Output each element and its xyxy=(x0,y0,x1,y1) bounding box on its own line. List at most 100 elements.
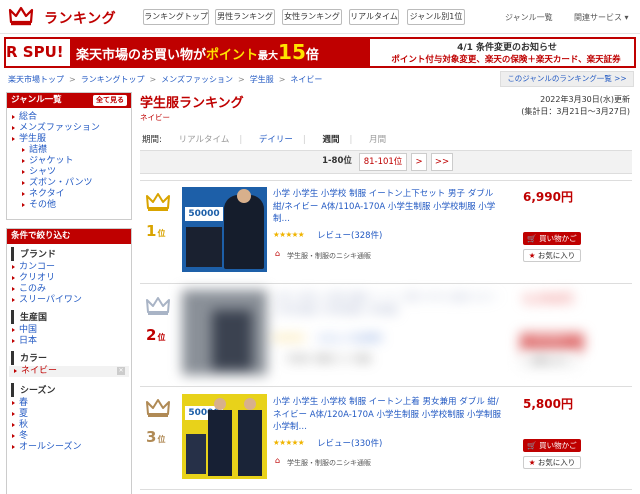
rank-number: 1位 xyxy=(146,222,166,240)
add-to-cart-button[interactable]: 🛒 買い物かご xyxy=(523,439,581,452)
product-title-link[interactable]: 小学 小学生 小学校 制服 イートン上着 男女兼用 ダブル 紺/ネイビー A体/… xyxy=(273,396,501,434)
brand-filter-item[interactable]: クリオリ xyxy=(7,273,131,284)
ranking-logo-text[interactable]: ランキング xyxy=(44,8,116,28)
rating-stars: ★★★★★ xyxy=(273,230,305,239)
color-section-title: カラー xyxy=(11,351,131,365)
rank-number: 3位 xyxy=(146,428,166,446)
shop-icon: ⌂ xyxy=(275,249,281,258)
breadcrumb: 楽天市場トップ > ランキングトップ > メンズファッション > 学生服 > ネイビー xyxy=(8,75,323,84)
tab-ranking-top[interactable]: ランキングトップ xyxy=(143,9,209,25)
spu-logo: R SPU! xyxy=(6,43,64,61)
genre-item[interactable]: 詰襟 xyxy=(7,145,131,156)
brand-filter-item[interactable]: スリーパイワン xyxy=(7,295,131,306)
updated-date: 2022年3月30日(水)更新 xyxy=(540,95,630,104)
rank-crown-icon xyxy=(146,297,170,315)
genre-list-link[interactable]: ジャンル一覧 xyxy=(505,12,553,23)
brand-filter-item[interactable]: カンコー xyxy=(7,262,131,273)
shop-link[interactable]: 学生服・制服のニシキ通販 xyxy=(287,251,371,261)
pager-last-button[interactable]: >> xyxy=(431,153,453,171)
aggregation-period: (集計日：3月21日～3月27日) xyxy=(521,107,630,116)
season-filter-item[interactable]: 春 xyxy=(7,398,131,409)
ranking-crown-logo-icon[interactable] xyxy=(8,6,34,26)
period-selector: 期間: リアルタイム | デイリー | 週間 | 月間 xyxy=(142,135,387,145)
banner-notice-title: 4/1 条件変更のお知らせ xyxy=(457,43,557,53)
review-link[interactable]: レビュー(120件) xyxy=(317,332,382,344)
genre-list-heading: ジャンル一覧 全て見る xyxy=(7,93,131,108)
origin-filter-item[interactable]: 日本 xyxy=(7,336,131,347)
period-monthly[interactable]: 月間 xyxy=(369,135,386,145)
remove-filter-icon[interactable]: ✕ xyxy=(117,367,125,375)
product-image[interactable]: 50000 xyxy=(182,187,267,272)
tab-male-ranking[interactable]: 男性ランキング xyxy=(215,9,275,25)
review-link[interactable]: レビュー(328件) xyxy=(317,229,382,241)
genre-item[interactable]: ジャケット xyxy=(7,156,131,167)
banner-notice-text: ポイント付与対象変更、楽天の保険＋楽天カード、楽天証券 xyxy=(391,55,621,65)
genre-item[interactable]: ズボン・パンツ xyxy=(7,178,131,189)
related-services-link[interactable]: 関連サービス ▾ xyxy=(574,12,629,23)
rank-number: 2位 xyxy=(146,326,166,344)
breadcrumb-item[interactable]: 学生服 xyxy=(250,75,274,84)
item-divider xyxy=(140,283,632,284)
shop-link[interactable]: 学生服・制服のニシキ通販 xyxy=(287,354,371,364)
period-realtime[interactable]: リアルタイム xyxy=(179,135,230,145)
genre-item[interactable]: 学生服 xyxy=(7,134,131,145)
product-image[interactable] xyxy=(182,290,267,375)
rank-crown-icon xyxy=(146,193,170,211)
genre-item[interactable]: シャツ xyxy=(7,167,131,178)
pager-next-range[interactable]: 81-101位 xyxy=(359,153,407,171)
item-divider xyxy=(140,180,632,181)
breadcrumb-item[interactable]: メンズファッション xyxy=(161,75,233,84)
filter-heading: 条件で絞り込む xyxy=(7,229,131,244)
favorite-button[interactable]: お気に入り xyxy=(520,354,578,367)
season-section-title: シーズン xyxy=(11,383,131,397)
genre-list-panel: ジャンル一覧 全て見る 総合 メンズファッション 学生服 詰襟 ジャケット シャツ ズボン・… xyxy=(6,92,132,220)
add-to-cart-button[interactable]: 買い物かご xyxy=(520,333,584,351)
season-filter-item[interactable]: 冬 xyxy=(7,431,131,442)
banner-headline: 楽天市場のお買い物がポイント最大15倍 xyxy=(70,39,370,66)
shop-link[interactable]: 学生服・制服のニシキ通販 xyxy=(287,458,371,468)
tab-realtime[interactable]: リアルタイム xyxy=(349,9,399,25)
rating-stars: ★★★★★ xyxy=(273,333,305,342)
tab-female-ranking[interactable]: 女性ランキング xyxy=(282,9,342,25)
season-filter-item[interactable]: 夏 xyxy=(7,409,131,420)
breadcrumb-item[interactable]: ネイビー xyxy=(290,75,322,84)
product-price: 6,990円 xyxy=(523,190,573,204)
item-divider xyxy=(140,489,632,490)
shop-icon: ⌂ xyxy=(275,456,281,465)
favorite-button[interactable]: ★ お気に入り xyxy=(523,249,581,262)
genre-ranking-list-link[interactable]: このジャンルのランキング一覧 >> xyxy=(500,71,634,87)
pager-next-button[interactable]: > xyxy=(411,153,427,171)
brand-filter-item[interactable]: このみ xyxy=(7,284,131,295)
brand-section-title: ブランド xyxy=(11,247,131,261)
breadcrumb-item[interactable]: 楽天市場トップ xyxy=(8,75,64,84)
review-link[interactable]: レビュー(330件) xyxy=(317,437,382,449)
season-filter-item[interactable]: オールシーズン xyxy=(7,442,131,453)
rating-stars: ★★★★★ xyxy=(273,438,305,447)
see-all-button[interactable]: 全て見る xyxy=(93,95,127,106)
product-price: 5,800円 xyxy=(523,397,573,411)
genre-item[interactable]: 総合 xyxy=(7,112,131,123)
origin-filter-item[interactable]: 中国 xyxy=(7,325,131,336)
genre-item[interactable]: その他 xyxy=(7,200,131,211)
page-subtitle: ネイビー xyxy=(140,113,170,122)
page-title: 学生服ランキング xyxy=(140,96,244,111)
product-image[interactable]: 50000 xyxy=(182,394,267,479)
breadcrumb-item[interactable]: ランキングトップ xyxy=(81,75,145,84)
period-weekly[interactable]: 週間 xyxy=(323,135,340,145)
filter-panel: 条件で絞り込む ブランド カンコー クリオリ このみ スリーパイワン 生産国 中… xyxy=(6,228,132,494)
origin-section-title: 生産国 xyxy=(11,310,131,324)
tab-genre-first[interactable]: ジャンル別1位 xyxy=(407,9,465,25)
product-title-link[interactable]: 小学 小学生 小学校 制服 イートン 男子 ダブル 紺/ネイビー 小学生制服 小… xyxy=(273,292,501,317)
product-price: 4,990円 xyxy=(523,292,573,306)
add-to-cart-button[interactable]: 🛒 買い物かご xyxy=(523,232,581,245)
period-daily[interactable]: デイリー xyxy=(259,135,293,145)
genre-item[interactable]: ネクタイ xyxy=(7,189,131,200)
item-divider xyxy=(140,386,632,387)
product-title-link[interactable]: 小学 小学生 小学校 制服 イートン上下セット 男子 ダブル 紺/ネイビー A体… xyxy=(273,188,501,226)
season-filter-item[interactable]: 秋 xyxy=(7,420,131,431)
color-filter-selected[interactable]: ネイビー ✕ xyxy=(9,366,129,377)
genre-item[interactable]: メンズファッション xyxy=(7,123,131,134)
favorite-button[interactable]: ★ お気に入り xyxy=(523,456,581,469)
pager-current: 1-80位 xyxy=(322,156,352,166)
period-label: 期間: xyxy=(142,135,162,145)
